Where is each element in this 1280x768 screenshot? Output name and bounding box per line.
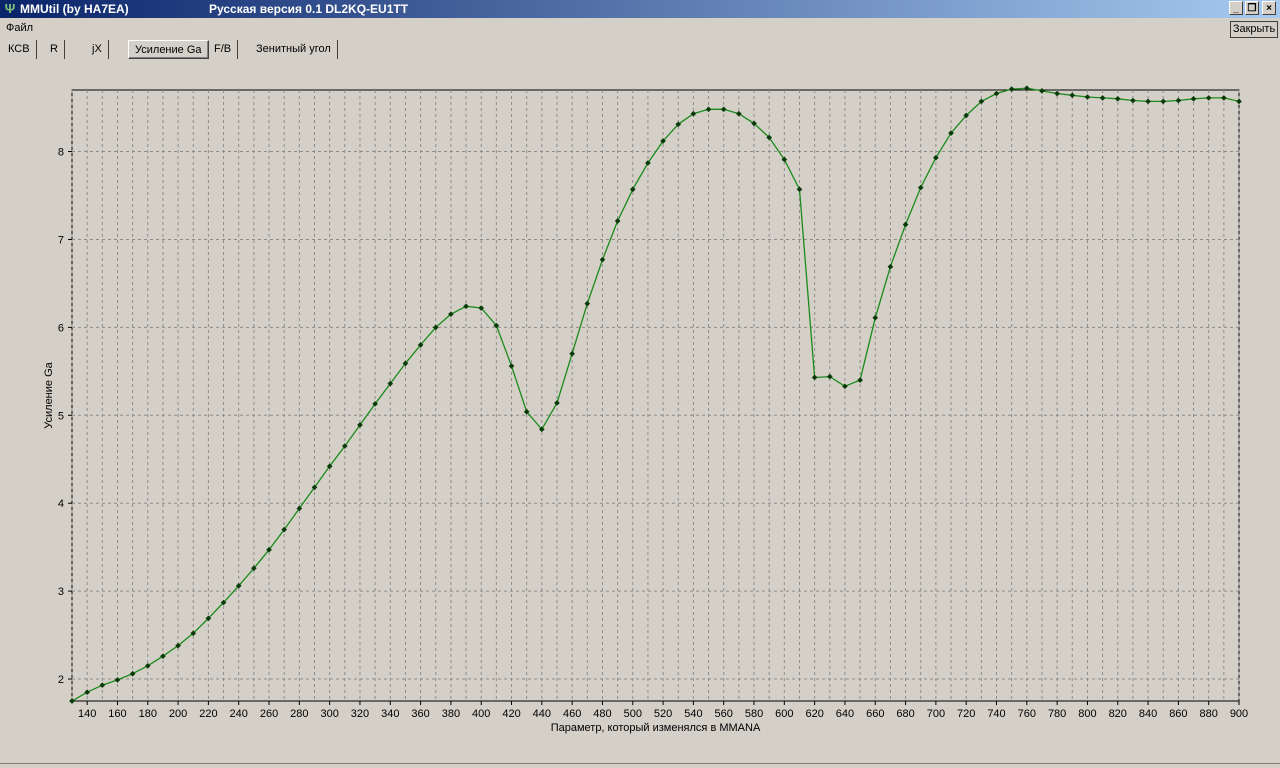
antenna-icon: Ψ: [4, 1, 16, 16]
x-tick-label: 640: [836, 708, 854, 720]
x-tick-label: 420: [502, 708, 520, 720]
x-tick-label: 760: [1018, 708, 1036, 720]
x-tick-label: 540: [684, 708, 702, 720]
x-tick-label: 240: [230, 708, 248, 720]
title-bar: Ψ MMUtil (by HA7EA) Русская версия 0.1 D…: [0, 0, 1280, 18]
x-tick-label: 880: [1200, 708, 1218, 720]
tab-fb[interactable]: F/B: [208, 40, 239, 59]
x-tick-label: 220: [199, 708, 217, 720]
x-tick-label: 900: [1230, 708, 1248, 720]
x-tick-label: 620: [805, 708, 823, 720]
plot-frame: [71, 89, 1240, 702]
x-tick-label: 480: [593, 708, 611, 720]
status-divider: [0, 763, 1280, 764]
tab-ksv[interactable]: КСВ: [2, 40, 37, 59]
x-tick-label: 660: [866, 708, 884, 720]
chart-area: 140 160 180 200 220 240 260 280 300 320 340 360 380 4…: [0, 64, 1280, 764]
x-tick-label: 260: [260, 708, 278, 720]
x-tick-label: 840: [1139, 708, 1157, 720]
x-tick-label: 180: [139, 708, 157, 720]
gain-chart: 140 160 180 200 220 240 260 280 300 320 340 360 380 4…: [43, 85, 1248, 734]
x-tick-label: 460: [563, 708, 581, 720]
x-tick-label: 860: [1169, 708, 1187, 720]
x-tick-label: 320: [351, 708, 369, 720]
x-tick-label: 580: [745, 708, 763, 720]
x-tick-label: 400: [472, 708, 490, 720]
x-tick-label: 140: [78, 708, 96, 720]
x-tick-label: 340: [381, 708, 399, 720]
x-tick-label: 720: [957, 708, 975, 720]
x-tick-label: 740: [987, 708, 1005, 720]
y-tick-label: 4: [58, 498, 64, 510]
window-title: MMUtil (by HA7EA): [20, 2, 129, 16]
x-tick-label: 780: [1048, 708, 1066, 720]
y-tick-label: 6: [58, 322, 64, 334]
window-close-button[interactable]: ×: [1262, 1, 1276, 15]
menu-bar: Файл: [0, 20, 1280, 36]
x-tick-label: 800: [1078, 708, 1096, 720]
restore-button[interactable]: ❐: [1245, 1, 1259, 15]
y-axis-label: Усиление Ga: [43, 361, 55, 428]
x-tick-label: 200: [169, 708, 187, 720]
window-subtitle: Русская версия 0.1 DL2KQ-EU1TT: [209, 2, 409, 16]
y-tick-label: 5: [58, 410, 64, 422]
x-tick-label: 560: [715, 708, 733, 720]
x-tick-label: 360: [411, 708, 429, 720]
tab-bar: КСВ R jX Усиление Ga F/B Зенитный угол: [0, 40, 1000, 60]
y-tick-label: 7: [58, 234, 64, 246]
x-tick-label: 440: [533, 708, 551, 720]
x-tick-label: 700: [927, 708, 945, 720]
y-tick-label: 2: [58, 674, 64, 686]
x-tick-label: 680: [896, 708, 914, 720]
y-tick-label: 3: [58, 586, 64, 598]
x-tick-label: 520: [654, 708, 672, 720]
tab-r[interactable]: R: [44, 40, 65, 59]
close-button[interactable]: Закрыть: [1230, 21, 1278, 38]
minimize-button[interactable]: _: [1229, 1, 1243, 15]
tab-jx[interactable]: jX: [86, 40, 109, 59]
x-tick-label: 160: [108, 708, 126, 720]
x-tick-label: 820: [1109, 708, 1127, 720]
menu-item-file[interactable]: Файл: [6, 22, 33, 34]
tab-zenith-angle[interactable]: Зенитный угол: [250, 40, 338, 59]
y-tick-label: 8: [58, 147, 64, 159]
x-axis-label: Параметр, который изменялся в MMANA: [551, 722, 761, 734]
x-tick-label: 380: [442, 708, 460, 720]
x-tick-label: 600: [775, 708, 793, 720]
x-tick-label: 500: [624, 708, 642, 720]
tab-gain-ga[interactable]: Усиление Ga: [128, 40, 209, 59]
x-tick-label: 300: [320, 708, 338, 720]
x-tick-label: 280: [290, 708, 308, 720]
